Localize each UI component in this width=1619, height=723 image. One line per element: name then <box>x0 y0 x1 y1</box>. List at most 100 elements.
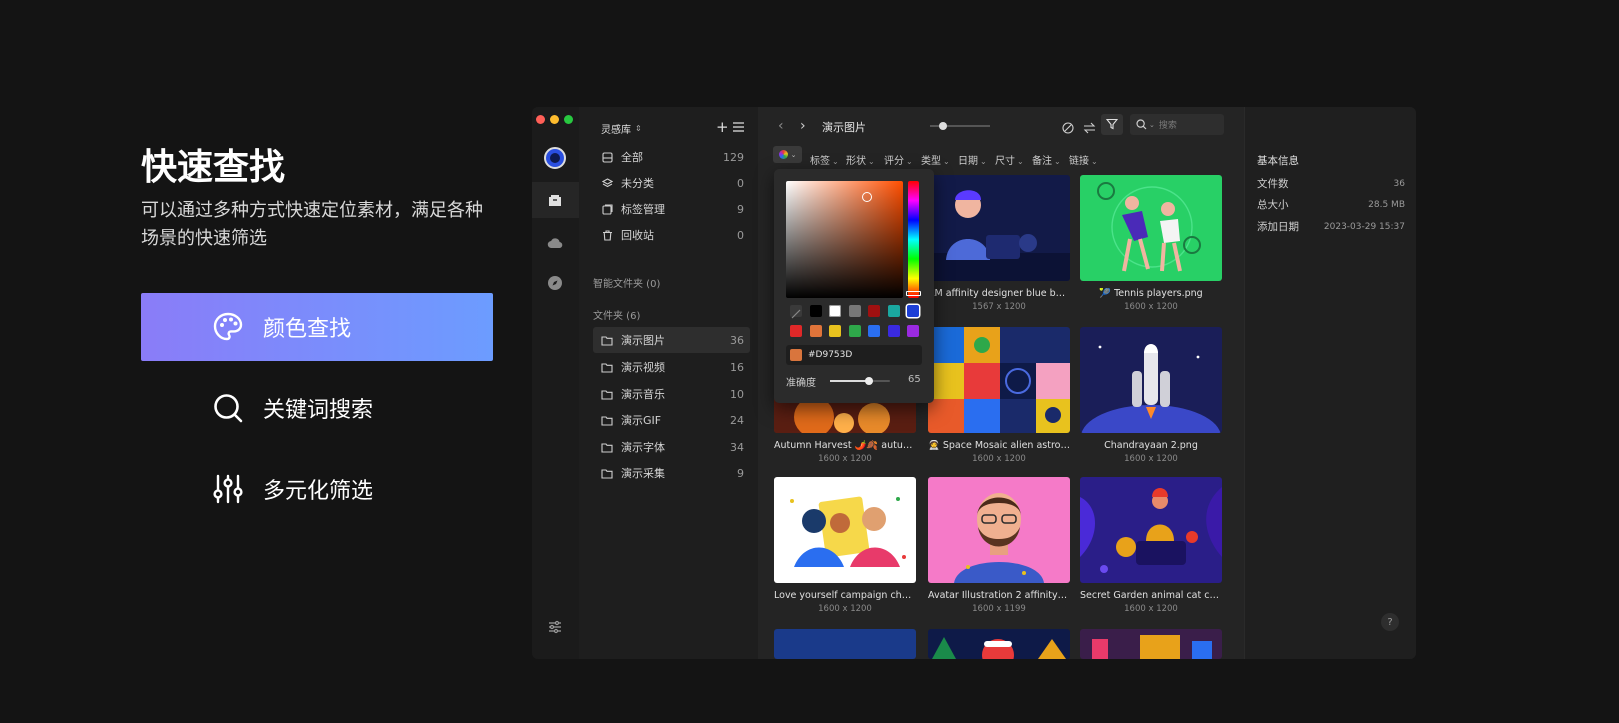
asset-thumbnail[interactable] <box>928 327 1070 433</box>
sidebar-folder[interactable]: 演示音乐 10 <box>593 381 750 407</box>
asset-card[interactable]: Avatar Illustration 2 affinity desi... 1… <box>928 477 1070 614</box>
sidebar-folder[interactable]: 演示字体 34 <box>593 434 750 460</box>
sidebar-item-all[interactable]: 全部 129 <box>593 144 750 170</box>
asset-card[interactable]: Chandrayaan 2.png 1600 x 1200 <box>1080 327 1222 464</box>
folders-header[interactable]: 文件夹 (6) <box>593 307 640 322</box>
feature-multi-filter[interactable]: 多元化筛选 <box>141 455 493 523</box>
asset-caption: Avatar Illustration 2 affinity desi... <box>928 590 1070 601</box>
folder-count: 9 <box>737 466 744 480</box>
asset-thumbnail[interactable] <box>928 477 1070 583</box>
avatar[interactable] <box>544 147 566 169</box>
asset-card[interactable]: Love yourself campaign charact... 1600 x… <box>774 477 916 614</box>
color-swatch[interactable] <box>848 305 861 317</box>
asset-card[interactable]: AM affinity designer blue boy ... 1567 x… <box>928 175 1070 312</box>
info-value: 36 <box>1393 178 1405 189</box>
library-icon[interactable] <box>547 192 563 212</box>
hue-slider-thumb[interactable] <box>906 291 921 296</box>
filter-tags[interactable]: 标签 ⌄ <box>810 152 839 167</box>
settings-sliders-icon[interactable] <box>548 619 562 638</box>
asset-card[interactable] <box>1080 629 1222 659</box>
feature-keyword-search[interactable]: 关键词搜索 <box>141 374 493 442</box>
color-cursor[interactable] <box>862 192 872 202</box>
compass-icon[interactable] <box>547 275 563 295</box>
folder-label: 演示图片 <box>621 334 665 347</box>
color-swatch[interactable] <box>809 325 822 337</box>
minimize-window-button[interactable] <box>550 115 559 124</box>
swap-icon[interactable] <box>1083 119 1096 138</box>
no-color-swatch[interactable] <box>790 305 802 319</box>
menu-icon[interactable] <box>733 122 744 135</box>
sidebar-folder[interactable]: 演示图片 36 <box>593 327 750 353</box>
asset-thumbnail[interactable] <box>774 629 916 659</box>
color-swatch[interactable] <box>907 305 919 317</box>
asset-thumbnail[interactable] <box>928 629 1070 659</box>
filter-link[interactable]: 链接 ⌄ <box>1069 152 1098 167</box>
sidebar-item-tags[interactable]: 标签管理 9 <box>593 196 750 222</box>
zoom-slider-thumb[interactable] <box>939 122 947 130</box>
sort-icon[interactable] <box>1062 119 1074 138</box>
asset-thumbnail[interactable] <box>1080 175 1222 281</box>
close-window-button[interactable] <box>536 115 545 124</box>
asset-thumbnail[interactable] <box>1080 477 1222 583</box>
color-swatch[interactable] <box>868 305 880 317</box>
cloud-icon[interactable] <box>547 235 563 255</box>
sidebar-folder[interactable]: 演示GIF 24 <box>593 407 750 433</box>
color-swatch[interactable] <box>848 325 861 337</box>
color-swatch[interactable] <box>790 325 802 337</box>
asset-card[interactable]: 🎾 Tennis players.png 1600 x 1200 <box>1080 175 1222 312</box>
filter-date[interactable]: 日期 ⌄ <box>958 152 987 167</box>
color-swatch[interactable] <box>887 305 900 317</box>
filter-icon <box>1105 115 1119 134</box>
forward-icon[interactable]: › <box>800 118 806 134</box>
sidebar-folder[interactable]: 演示视频 16 <box>593 354 750 380</box>
color-swatch[interactable] <box>868 325 880 337</box>
color-swatch[interactable] <box>829 325 841 337</box>
color-filter-button[interactable]: ⌄ <box>773 146 802 163</box>
color-swatch[interactable] <box>809 305 822 317</box>
help-button[interactable]: ? <box>1381 613 1399 631</box>
filter-shape[interactable]: 形状 ⌄ <box>846 152 875 167</box>
chevron-updown-icon: ⇕ <box>635 124 642 133</box>
sidebar-item-uncategorized[interactable]: 未分类 0 <box>593 170 750 196</box>
asset-thumbnail[interactable] <box>1080 327 1222 433</box>
search-box[interactable]: ⌄ 搜索 <box>1130 114 1224 135</box>
filter-notes[interactable]: 备注 ⌄ <box>1032 152 1061 167</box>
accuracy-slider[interactable] <box>830 377 890 385</box>
hue-slider[interactable] <box>906 181 921 298</box>
hex-input[interactable]: #D9753D <box>786 345 922 365</box>
sidebar-item-trash[interactable]: 回收站 0 <box>593 222 750 248</box>
feature-label: 多元化筛选 <box>263 479 374 504</box>
filter-rating[interactable]: 评分 ⌄ <box>884 152 913 167</box>
asset-card[interactable]: 🧑‍🚀 Space Mosaic alien astronaut... 1600… <box>928 327 1070 464</box>
folder-icon <box>601 441 613 453</box>
sidebar-folder[interactable]: 演示采集 9 <box>593 460 750 486</box>
search-input[interactable]: 搜索 <box>1159 118 1177 131</box>
search-icon <box>211 391 245 425</box>
color-swatch[interactable] <box>887 325 900 337</box>
smart-folders-header[interactable]: 智能文件夹 (0) <box>593 275 660 290</box>
maximize-window-button[interactable] <box>564 115 573 124</box>
zoom-slider[interactable] <box>930 122 990 130</box>
asset-thumbnail[interactable] <box>1080 629 1222 659</box>
filter-size[interactable]: 尺寸 ⌄ <box>995 152 1024 167</box>
accuracy-slider-thumb[interactable] <box>865 377 873 385</box>
back-icon[interactable]: ‹ <box>778 118 784 134</box>
filter-button[interactable] <box>1101 114 1123 135</box>
filter-type[interactable]: 类型 ⌄ <box>921 152 950 167</box>
asset-thumbnail[interactable] <box>928 175 1070 281</box>
info-panel: 基本信息 文件数 36 总大小 28.5 MB 添加日期 2023-03-29 … <box>1244 107 1416 659</box>
asset-thumbnail[interactable] <box>774 477 916 583</box>
feature-color-search[interactable]: 颜色查找 <box>141 293 493 361</box>
chevron-down-icon: ⌄ <box>943 156 950 166</box>
info-row-total-size: 总大小 28.5 MB <box>1257 197 1405 212</box>
color-swatch[interactable] <box>907 325 919 337</box>
current-color-chip <box>790 349 802 361</box>
asset-card[interactable]: Secret Garden animal cat chara... 1600 x… <box>1080 477 1222 614</box>
asset-card[interactable] <box>774 629 916 659</box>
add-icon[interactable]: + <box>716 118 729 136</box>
asset-card[interactable] <box>928 629 1070 659</box>
color-swatch[interactable] <box>829 305 841 317</box>
filter-label: 类型 <box>921 156 941 167</box>
color-saturation-area[interactable] <box>786 181 903 298</box>
library-switcher[interactable]: 灵感库 ⇕ <box>601 121 642 136</box>
